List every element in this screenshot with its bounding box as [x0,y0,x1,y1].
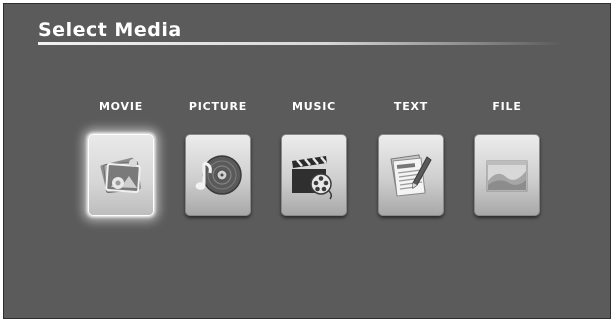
picture-label: PICTURE [188,100,248,113]
media-screen: Select Media MOVIE PICTURE MUSIC TEXT FI… [3,3,611,319]
page-title: Select Media [38,19,182,41]
file-label: FILE [492,100,522,113]
music-tile[interactable] [281,134,347,216]
movie-tile[interactable] [88,134,154,216]
text-label: TEXT [393,100,429,113]
file-tile[interactable] [474,134,540,216]
photo-stack-icon [93,147,149,203]
document-pen-icon [383,147,439,203]
movie-label: MOVIE [98,100,144,113]
music-disc-icon [190,147,246,203]
clapperboard-film-icon [286,147,342,203]
music-label: MUSIC [292,100,336,113]
text-tile[interactable] [378,134,444,216]
media-labels: MOVIE PICTURE MUSIC TEXT FILE [4,100,610,120]
landscape-file-icon [479,147,535,203]
title-divider [38,42,562,45]
picture-tile[interactable] [185,134,251,216]
